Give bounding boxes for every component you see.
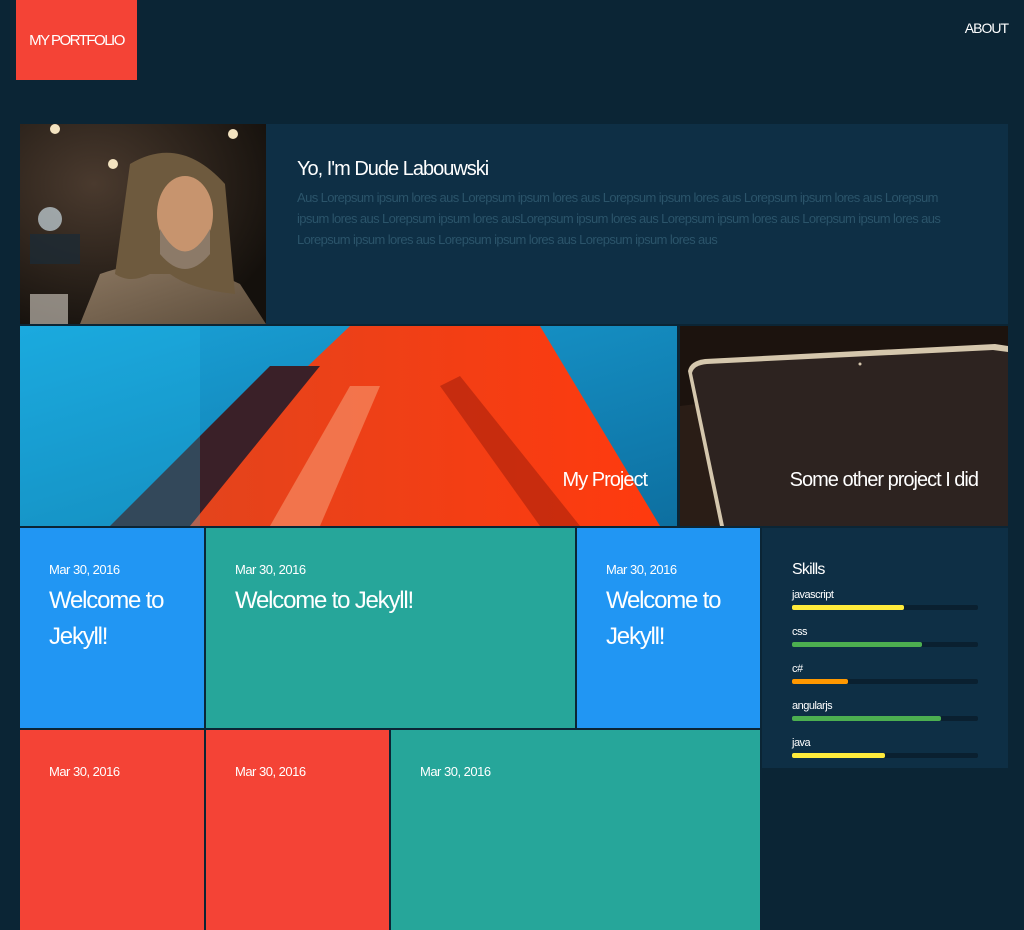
nav-about-link[interactable]: ABOUT	[965, 20, 1009, 36]
profile-photo	[20, 124, 266, 324]
skill-name: c#	[792, 663, 803, 675]
skill-bar-track	[792, 605, 978, 610]
post-date: Mar 30, 2016	[235, 562, 306, 577]
skill-name: java	[792, 737, 811, 749]
post-date: Mar 30, 2016	[606, 562, 677, 577]
skill-bar-fill	[792, 605, 904, 610]
skill-bar-fill	[792, 679, 848, 684]
post-title: Welcome to Jekyll!	[49, 587, 164, 650]
post-tile[interactable]: Mar 30, 2016	[206, 730, 389, 930]
about-card: Yo, I'm Dude Labouwski Aus Lorepsum ipsu…	[20, 124, 1008, 324]
project-label: My Project	[562, 469, 648, 491]
skill-name: angularjs	[792, 700, 833, 712]
post-tile[interactable]: Mar 30, 2016	[391, 730, 760, 930]
project-card-other-project[interactable]: Some other project I did	[680, 326, 1008, 526]
post-date: Mar 30, 2016	[49, 562, 120, 577]
post-tile[interactable]: Mar 30, 2016 Welcome to Jekyll!	[20, 528, 204, 728]
skill-bar-track	[792, 753, 978, 758]
skill-item: css	[792, 626, 978, 647]
skill-bar-track	[792, 679, 978, 684]
skill-name: css	[792, 626, 808, 638]
post-date: Mar 30, 2016	[420, 764, 491, 779]
project-image	[680, 326, 1008, 526]
skill-bar-fill	[792, 716, 941, 721]
skill-item: javascript	[792, 589, 978, 610]
skill-bar-fill	[792, 753, 885, 758]
logo[interactable]: MY PORTFOLIO	[16, 0, 137, 80]
post-date: Mar 30, 2016	[235, 764, 306, 779]
skill-bar-fill	[792, 642, 923, 647]
skill-bar-track	[792, 642, 978, 647]
project-label: Some other project I did	[789, 469, 979, 491]
skills-title: Skills	[792, 561, 825, 578]
skill-bar-track	[792, 716, 978, 721]
logo-text: MY PORTFOLIO	[29, 31, 125, 49]
post-tile[interactable]: Mar 30, 2016 Welcome to Jekyll!	[577, 528, 760, 728]
post-date: Mar 30, 2016	[49, 764, 120, 779]
post-title: Welcome to Jekyll!	[606, 587, 721, 650]
about-title: Yo, I'm Dude Labouwski	[297, 158, 489, 180]
skill-item: angularjs	[792, 700, 978, 721]
post-title: Welcome to Jekyll!	[235, 587, 414, 614]
project-image	[20, 326, 677, 526]
skills-list: javascript css c# angularjs java	[792, 589, 978, 758]
skills-panel: Skills javascript css c# angularjs java	[762, 528, 1008, 768]
post-tile[interactable]: Mar 30, 2016 Welcome to Jekyll!	[206, 528, 575, 728]
post-tile[interactable]: Mar 30, 2016	[20, 730, 204, 930]
skill-name: javascript	[792, 589, 834, 601]
about-body: Aus Lorepsum ipsum lores aus Lorepsum ip…	[297, 190, 941, 247]
project-card-my-project[interactable]: My Project	[20, 326, 677, 526]
skill-item: c#	[792, 663, 978, 684]
skill-item: java	[792, 737, 978, 758]
